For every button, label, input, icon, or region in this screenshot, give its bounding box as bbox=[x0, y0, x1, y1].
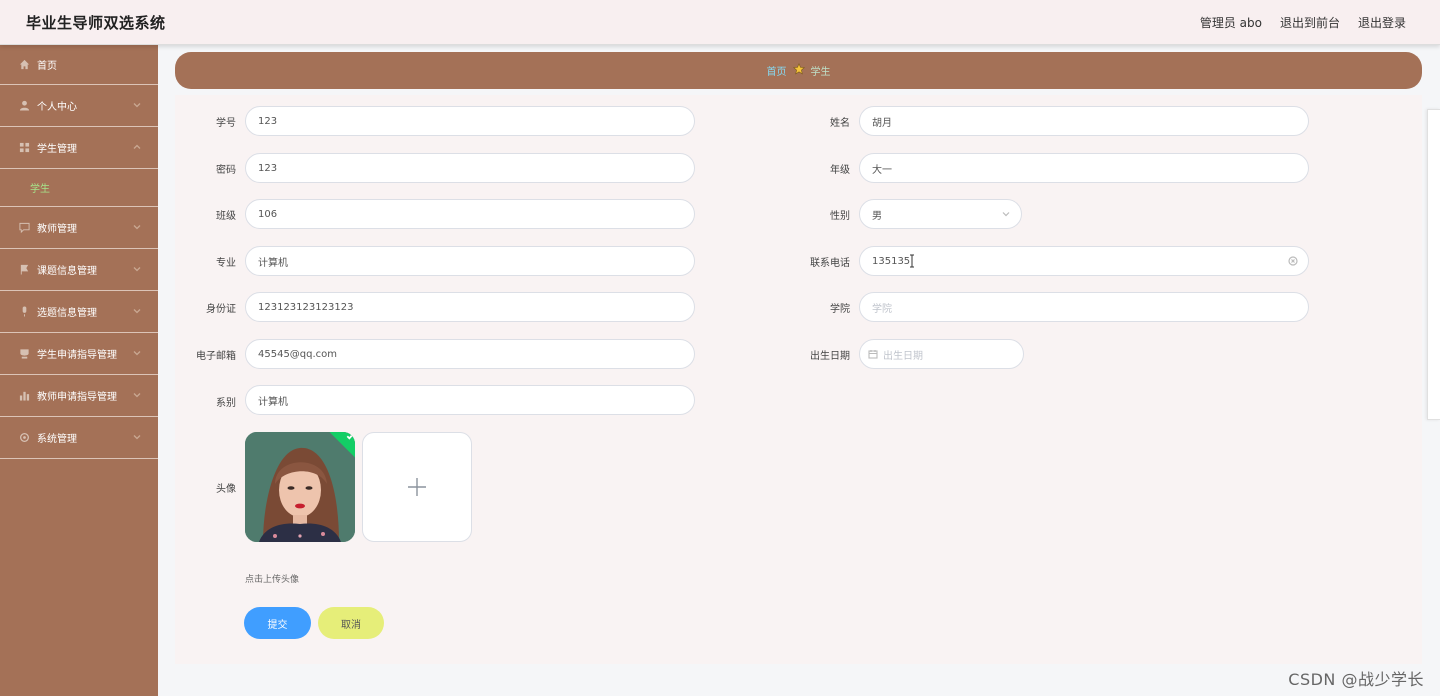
chevron-down-icon bbox=[132, 264, 142, 274]
id-card-input[interactable]: 123123123123123 bbox=[245, 292, 695, 322]
sidebar-item-home[interactable]: 首页 bbox=[0, 45, 158, 85]
student-id-input[interactable]: 123 bbox=[245, 106, 695, 136]
sidebar: 首页 个人中心 学生管理 学生 教师管理 课题信息管理 选题信息管理 学生申请指… bbox=[0, 45, 158, 696]
logout-link[interactable]: 退出登录 bbox=[1358, 14, 1406, 31]
sidebar-item-personal-center[interactable]: 个人中心 bbox=[0, 85, 158, 127]
user-label: 管理员 abo bbox=[1199, 15, 1262, 30]
grade-input[interactable]: 大一 bbox=[859, 153, 1309, 183]
avatar-photo bbox=[245, 432, 355, 542]
sidebar-item-selection-management[interactable]: 选题信息管理 bbox=[0, 291, 158, 333]
sidebar-item-label: 首页 bbox=[37, 61, 57, 72]
cup-icon bbox=[18, 348, 30, 360]
avatar-image[interactable] bbox=[245, 432, 355, 542]
major-label: 专业 bbox=[216, 258, 236, 269]
sidebar-item-student-application[interactable]: 学生申请指导管理 bbox=[0, 333, 158, 375]
app-title: 毕业生导师双选系统 bbox=[26, 13, 166, 32]
chevron-down-icon bbox=[132, 222, 142, 232]
gender-label: 性别 bbox=[830, 211, 850, 222]
class-label: 班级 bbox=[216, 211, 236, 222]
department-input[interactable]: 计算机 bbox=[245, 385, 695, 415]
id-card-label: 身份证 bbox=[206, 304, 236, 315]
text-cursor-icon bbox=[909, 253, 915, 268]
chevron-down-icon bbox=[132, 306, 142, 316]
gender-select-value: 男 bbox=[872, 210, 882, 222]
birthday-date-picker[interactable]: 出生日期 bbox=[859, 339, 1024, 369]
name-input[interactable]: 胡月 bbox=[859, 106, 1309, 136]
chat-icon bbox=[18, 222, 30, 234]
chevron-up-icon bbox=[132, 142, 142, 152]
sidebar-item-system-management[interactable]: 系统管理 bbox=[0, 417, 158, 459]
sidebar-item-student-management[interactable]: 学生管理 bbox=[0, 127, 158, 169]
star-icon bbox=[792, 63, 805, 78]
user-icon bbox=[18, 100, 30, 112]
chevron-down-icon bbox=[132, 390, 142, 400]
calendar-icon bbox=[868, 349, 878, 359]
chevron-down-icon bbox=[132, 432, 142, 442]
birthday-label: 出生日期 bbox=[810, 351, 850, 362]
avatar-label: 头像 bbox=[216, 484, 236, 495]
chevron-down-icon bbox=[132, 348, 142, 358]
avatar-upload-button[interactable] bbox=[362, 432, 472, 542]
college-label: 学院 bbox=[830, 304, 850, 315]
top-links: 管理员 abo 退出到前台 退出登录 bbox=[1200, 14, 1406, 31]
clear-icon[interactable] bbox=[1288, 256, 1298, 266]
sidebar-item-label: 学生申请指导管理 bbox=[37, 350, 117, 361]
sidebar-item-label: 教师申请指导管理 bbox=[37, 392, 117, 403]
gender-select[interactable]: 男 bbox=[859, 199, 1022, 229]
phone-input[interactable]: 135135 bbox=[859, 246, 1309, 276]
plus-icon bbox=[408, 478, 426, 496]
breadcrumb-home[interactable]: 首页 bbox=[767, 63, 787, 78]
password-label: 密码 bbox=[216, 165, 236, 176]
college-input[interactable]: 学院 bbox=[859, 292, 1309, 322]
sidebar-item-teacher-application[interactable]: 教师申请指导管理 bbox=[0, 375, 158, 417]
email-input[interactable]: 45545@qq.com bbox=[245, 339, 695, 369]
watermark: CSDN @战少学长 bbox=[1288, 670, 1424, 689]
frontend-link[interactable]: 退出到前台 bbox=[1280, 14, 1340, 31]
major-input[interactable]: 计算机 bbox=[245, 246, 695, 276]
chevron-down-icon bbox=[1001, 209, 1011, 219]
chevron-down-icon bbox=[132, 100, 142, 110]
email-label: 电子邮箱 bbox=[196, 351, 236, 362]
sidebar-item-label: 教师管理 bbox=[37, 224, 77, 235]
birthday-placeholder: 出生日期 bbox=[883, 350, 923, 362]
side-panel-edge bbox=[1427, 109, 1440, 420]
class-input[interactable]: 106 bbox=[245, 199, 695, 229]
gear-icon bbox=[18, 432, 30, 444]
breadcrumb: 首页 学生 bbox=[175, 52, 1422, 89]
password-input[interactable]: 123 bbox=[245, 153, 695, 183]
grade-label: 年级 bbox=[830, 165, 850, 176]
sidebar-item-label: 课题信息管理 bbox=[37, 266, 97, 277]
sidebar-item-topic-management[interactable]: 课题信息管理 bbox=[0, 249, 158, 291]
phone-label: 联系电话 bbox=[810, 258, 850, 269]
flag-icon bbox=[18, 264, 30, 276]
top-bar: 毕业生导师双选系统 管理员 abo 退出到前台 退出登录 bbox=[0, 0, 1440, 45]
home-icon bbox=[18, 59, 30, 71]
sidebar-subitem-student[interactable]: 学生 bbox=[0, 169, 158, 207]
upload-tip: 点击上传头像 bbox=[245, 575, 300, 585]
sidebar-item-label: 学生管理 bbox=[37, 144, 77, 155]
name-label: 姓名 bbox=[830, 118, 850, 129]
sidebar-item-label: 选题信息管理 bbox=[37, 308, 97, 319]
grid-icon bbox=[18, 142, 30, 154]
department-label: 系别 bbox=[216, 398, 236, 409]
phone-input-value: 135135 bbox=[872, 255, 911, 267]
sidebar-item-label: 系统管理 bbox=[37, 434, 77, 445]
breadcrumb-current: 学生 bbox=[810, 67, 831, 78]
bar-chart-icon bbox=[18, 390, 30, 402]
sidebar-item-label: 个人中心 bbox=[37, 102, 77, 113]
sidebar-item-teacher-management[interactable]: 教师管理 bbox=[0, 207, 158, 249]
mic-icon bbox=[18, 306, 30, 318]
cancel-button[interactable]: 取消 bbox=[318, 607, 384, 639]
submit-button[interactable]: 提交 bbox=[244, 607, 311, 639]
student-id-label: 学号 bbox=[216, 118, 236, 129]
